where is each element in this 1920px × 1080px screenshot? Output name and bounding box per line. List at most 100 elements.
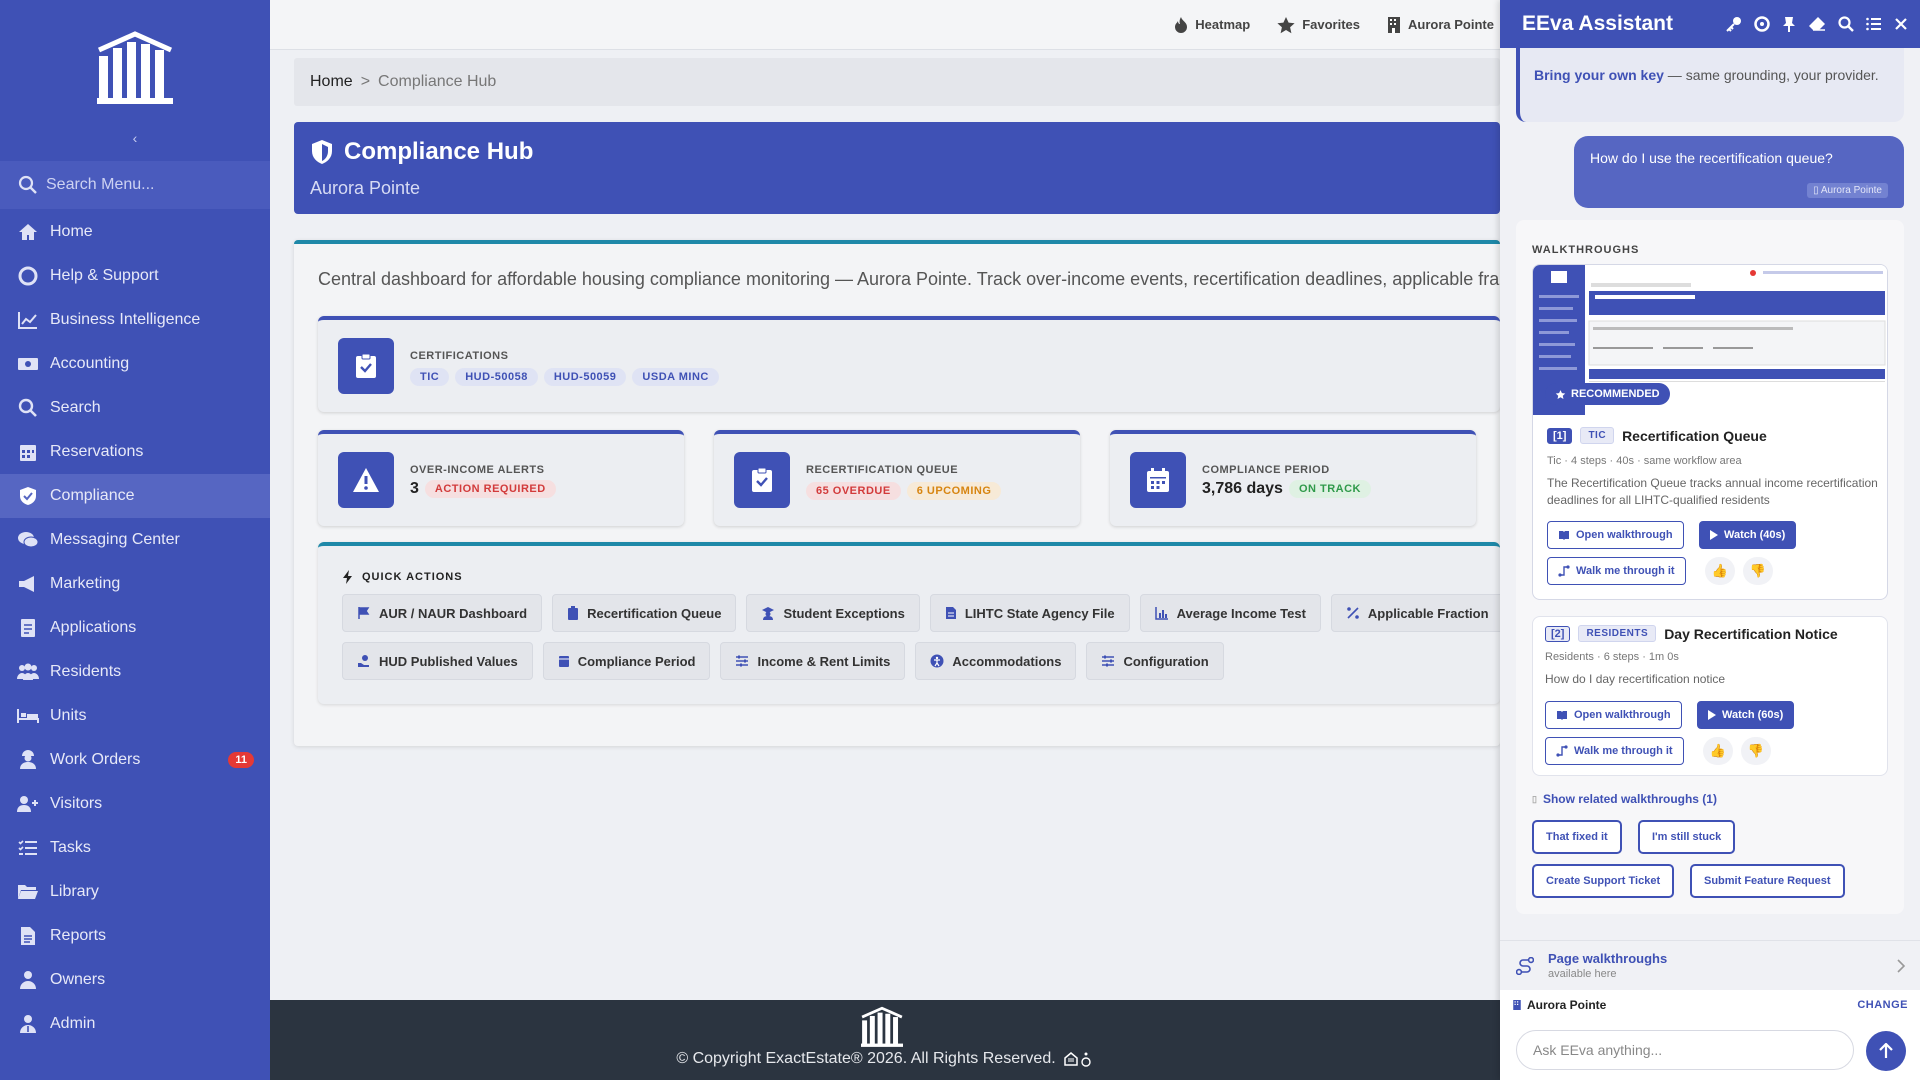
sidebar-search[interactable]: Search Menu... bbox=[0, 161, 270, 209]
income-rent-limits-button[interactable]: Income & Rent Limits bbox=[720, 642, 906, 680]
send-button[interactable] bbox=[1866, 1031, 1906, 1071]
action-required-badge: ACTION REQUIRED bbox=[424, 480, 556, 498]
accommodations-button[interactable]: Accommodations bbox=[915, 642, 1077, 680]
walkthrough-card-2[interactable]: [2] RESIDENTS Day Recertification Notice… bbox=[1532, 616, 1888, 776]
that-fixed-it-button[interactable]: That fixed it bbox=[1532, 820, 1622, 854]
sidebar-item-accounting[interactable]: Accounting bbox=[0, 342, 270, 386]
assistant-chat-scroll[interactable]: Bring your own key — same grounding, you… bbox=[1500, 48, 1920, 940]
sidebar-item-label: Marketing bbox=[50, 575, 121, 592]
compliance-period-card[interactable]: COMPLIANCE PERIOD 3,786 days ON TRACK bbox=[1110, 430, 1476, 526]
sidebar-item-search[interactable]: Search bbox=[0, 386, 270, 430]
favorites-button[interactable]: Favorites bbox=[1276, 16, 1360, 34]
thumbs-up-icon: 👍 bbox=[1709, 743, 1727, 758]
page-walkthroughs-bar[interactable]: Page walkthroughs available here bbox=[1500, 940, 1920, 990]
walkthrough-title[interactable]: Day Recertification Notice bbox=[1664, 626, 1838, 642]
owner-icon bbox=[16, 968, 40, 992]
thumbs-down-button[interactable]: 👎 bbox=[1741, 737, 1771, 765]
pin-icon[interactable] bbox=[1782, 16, 1796, 32]
sidebar-item-help-support[interactable]: Help & Support bbox=[0, 254, 270, 298]
sidebar-item-visitors[interactable]: Visitors bbox=[0, 782, 270, 826]
property-selector[interactable]: Aurora Pointe bbox=[1386, 16, 1494, 34]
favorites-label: Favorites bbox=[1302, 17, 1361, 32]
sidebar-item-label: Units bbox=[50, 707, 87, 724]
ask-eeva-input[interactable]: Ask EEva anything... bbox=[1516, 1030, 1854, 1070]
show-related-walkthroughs-link[interactable]: ▯ Show related walkthroughs (1) bbox=[1532, 792, 1717, 806]
compliance-period-button[interactable]: Compliance Period bbox=[542, 642, 711, 680]
sidebar-item-tasks[interactable]: Tasks bbox=[0, 826, 270, 870]
calendar-icon bbox=[1130, 452, 1186, 508]
heatmap-button[interactable]: Heatmap bbox=[1173, 16, 1250, 34]
list-icon[interactable] bbox=[1866, 16, 1882, 32]
sidebar-item-applications[interactable]: Applications bbox=[0, 606, 270, 650]
walk-me-through-button[interactable]: Walk me through it bbox=[1547, 557, 1686, 585]
recertification-queue-button[interactable]: Recertification Queue bbox=[552, 594, 737, 632]
close-icon[interactable] bbox=[1894, 17, 1908, 31]
sidebar-item-residents[interactable]: Residents bbox=[0, 650, 270, 694]
create-support-ticket-button[interactable]: Create Support Ticket bbox=[1532, 864, 1675, 898]
walkthrough-number: [1] bbox=[1547, 427, 1573, 444]
sidebar-item-reservations[interactable]: Reservations bbox=[0, 430, 270, 474]
lifebuoy-icon bbox=[16, 264, 40, 288]
aur-naur-dashboard-button[interactable]: AUR / NAUR Dashboard bbox=[342, 594, 543, 632]
still-stuck-button[interactable]: I'm still stuck bbox=[1638, 820, 1736, 854]
sidebar-item-admin[interactable]: Admin bbox=[0, 1002, 270, 1046]
page-title: Compliance Hub bbox=[344, 138, 534, 165]
walkthroughs-header: WALKTHROUGHS bbox=[1532, 244, 1640, 256]
page-walkthroughs-subtitle: available here bbox=[1548, 968, 1617, 980]
lihtc-state-agency-file-button[interactable]: LIHTC State Agency File bbox=[929, 594, 1130, 632]
sidebar-item-label: Library bbox=[50, 883, 99, 900]
student-exceptions-button[interactable]: Student Exceptions bbox=[746, 594, 920, 632]
assistant-header: EEva Assistant bbox=[1500, 0, 1920, 48]
sidebar-item-owners[interactable]: Owners bbox=[0, 958, 270, 1002]
bring-your-own-key-link[interactable]: Bring your own key bbox=[1534, 67, 1664, 83]
button-label: Walk me through it bbox=[1576, 565, 1675, 577]
footer: © Copyright ExactEstate® 2026. All Right… bbox=[270, 1000, 1500, 1080]
sidebar-item-messaging-center[interactable]: Messaging Center bbox=[0, 518, 270, 562]
thumbs-up-button[interactable]: 👍 bbox=[1703, 737, 1733, 765]
thumbs-up-button[interactable]: 👍 bbox=[1705, 557, 1735, 585]
watch-walkthrough-button[interactable]: Watch (60s) bbox=[1697, 701, 1795, 729]
key-icon[interactable] bbox=[1726, 16, 1742, 32]
sidebar-search-input[interactable]: Search Menu... bbox=[46, 176, 155, 194]
sidebar-item-units[interactable]: Units bbox=[0, 694, 270, 738]
walk-me-through-button[interactable]: Walk me through it bbox=[1545, 737, 1684, 765]
walkthrough-category: RESIDENTS bbox=[1578, 625, 1657, 642]
applicable-fraction-button[interactable]: Applicable Fraction bbox=[1330, 594, 1502, 632]
app-logo[interactable] bbox=[0, 0, 270, 135]
change-property-button[interactable]: CHANGE bbox=[1857, 999, 1908, 1011]
sidebar-item-home[interactable]: Home bbox=[0, 210, 270, 254]
average-income-test-button[interactable]: Average Income Test bbox=[1139, 594, 1321, 632]
sidebar-item-business-intelligence[interactable]: Business Intelligence bbox=[0, 298, 270, 342]
compliance-dashboard-card: Central dashboard for affordable housing… bbox=[294, 240, 1502, 746]
walkthrough-title[interactable]: Recertification Queue bbox=[1622, 428, 1767, 444]
recertification-queue-card[interactable]: RECERTIFICATION QUEUE 65 OVERDUE 6 UPCOMI… bbox=[714, 430, 1080, 526]
sidebar-item-library[interactable]: Library bbox=[0, 870, 270, 914]
sidebar-collapse-toggle[interactable]: ‹ bbox=[0, 130, 270, 146]
star-icon bbox=[1277, 16, 1295, 33]
watch-walkthrough-button[interactable]: Watch (40s) bbox=[1699, 521, 1797, 549]
sidebar-item-compliance[interactable]: Compliance bbox=[0, 474, 270, 518]
breadcrumb-current: Compliance Hub bbox=[378, 73, 497, 90]
cert-tag: HUD-50059 bbox=[543, 368, 627, 386]
open-walkthrough-button[interactable]: Open walkthrough bbox=[1547, 521, 1684, 549]
search-icon[interactable] bbox=[1838, 16, 1854, 32]
configuration-button[interactable]: Configuration bbox=[1086, 642, 1224, 680]
walkthrough-card-1[interactable]: RECOMMENDED [1] TIC Recertification Queu… bbox=[1532, 264, 1888, 600]
hud-published-values-button[interactable]: HUD Published Values bbox=[342, 642, 533, 680]
sidebar-item-label: Reservations bbox=[50, 443, 144, 460]
warning-icon bbox=[338, 452, 394, 508]
breadcrumb-home-link[interactable]: Home bbox=[310, 73, 353, 91]
sidebar-item-label: Applications bbox=[50, 619, 137, 636]
thumbs-down-button[interactable]: 👎 bbox=[1743, 557, 1773, 585]
sidebar-item-reports[interactable]: Reports bbox=[0, 914, 270, 958]
sidebar-item-work-orders[interactable]: Work Orders 11 bbox=[0, 738, 270, 782]
route-icon bbox=[1558, 565, 1570, 577]
over-income-alerts-card[interactable]: OVER-INCOME ALERTS 3 ACTION REQUIRED bbox=[318, 430, 684, 526]
sidebar-item-marketing[interactable]: Marketing bbox=[0, 562, 270, 606]
message-context-chip: ▯ Aurora Pointe bbox=[1807, 183, 1888, 198]
sidebar-item-label: Business Intelligence bbox=[50, 311, 201, 328]
submit-feature-request-button[interactable]: Submit Feature Request bbox=[1690, 864, 1845, 898]
lifebuoy-icon[interactable] bbox=[1754, 16, 1770, 32]
open-walkthrough-button[interactable]: Open walkthrough bbox=[1545, 701, 1682, 729]
eraser-icon[interactable] bbox=[1808, 16, 1826, 32]
